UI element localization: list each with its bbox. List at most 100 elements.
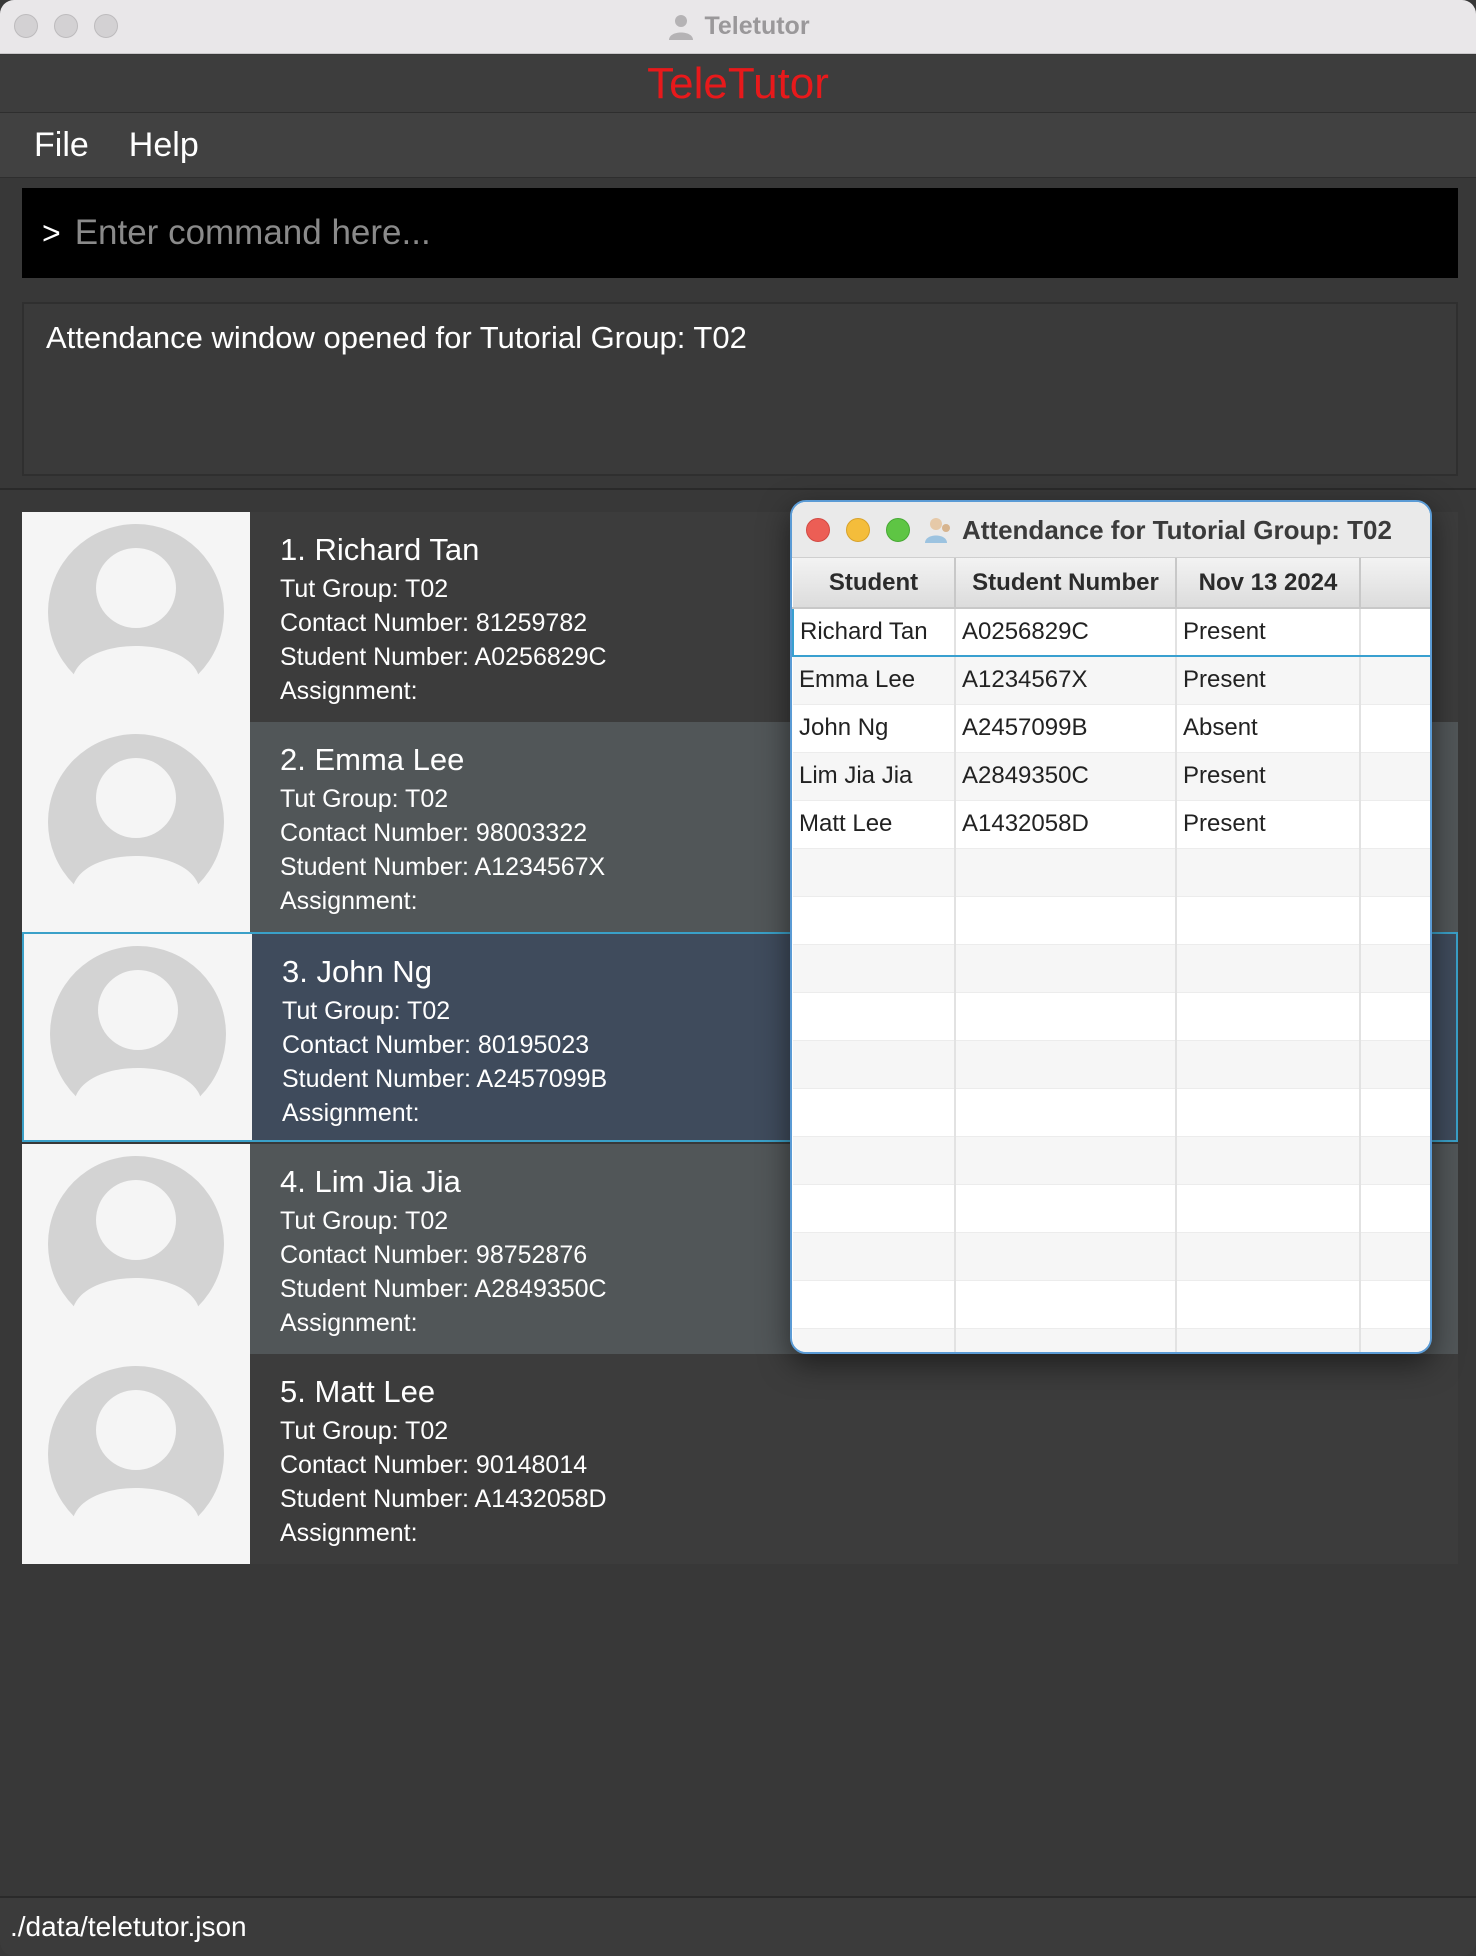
cell-student-number[interactable]: A2849350C [955,752,1177,801]
person-contact: Contact Number: 98752876 [280,1241,588,1269]
menu-file[interactable]: File [34,126,89,165]
person-contact: Contact Number: 90148014 [280,1451,588,1479]
person-info: 4. Lim Jia Jia Tut Group: T02 Contact Nu… [250,1144,607,1354]
person-group: Tut Group: T02 [280,1417,449,1445]
column-header-empty[interactable] [1360,558,1430,609]
cell-empty[interactable] [1360,656,1430,705]
attendance-table: Student Student Number Nov 13 2024 Richa… [792,558,1430,1352]
column-header-student[interactable]: Student [793,558,956,609]
cell-empty[interactable] [1360,800,1430,849]
app-icon [669,14,694,40]
person-assignment: Assignment: [282,1099,420,1127]
cell-student-number[interactable]: A1432058D [955,800,1177,849]
cell-student[interactable]: John Ng [793,704,956,753]
app-icon [925,518,950,543]
person-name: 3. John Ng [282,954,432,989]
person-info: 2. Emma Lee Tut Group: T02 Contact Numbe… [250,722,605,932]
command-input[interactable] [74,213,1435,253]
result-message: Attendance window opened for Tutorial Gr… [46,320,747,355]
menu-help[interactable]: Help [129,126,199,165]
user-avatar-icon [48,734,224,912]
person-student-number: Student Number: A2849350C [280,1275,607,1303]
cell-empty[interactable] [1360,752,1430,801]
result-display: Attendance window opened for Tutorial Gr… [22,302,1458,476]
table-row-empty [793,1232,1430,1281]
attendance-titlebar: Attendance for Tutorial Group: T02 [792,502,1430,558]
person-assignment: Assignment: [280,677,418,705]
person-group: Tut Group: T02 [280,575,449,603]
table-row-empty [793,1088,1430,1137]
person-info: 3. John Ng Tut Group: T02 Contact Number… [252,934,607,1140]
table-row[interactable]: Matt Lee A1432058D Present [793,800,1430,849]
avatar [22,1354,250,1564]
person-name: 4. Lim Jia Jia [280,1164,461,1199]
cell-empty[interactable] [1360,607,1430,657]
cell-student-number[interactable]: A1234567X [955,656,1177,705]
table-header-row: Student Student Number Nov 13 2024 [793,558,1430,609]
cell-attendance[interactable]: Present [1176,800,1361,849]
cell-student[interactable]: Richard Tan [792,607,956,657]
attendance-close-button[interactable] [806,518,830,542]
cell-attendance[interactable]: Present [1176,752,1361,801]
person-name: 1. Richard Tan [280,532,480,567]
menu-bar: File Help [0,112,1476,178]
person-group: Tut Group: T02 [282,997,451,1025]
cell-attendance[interactable]: Present [1176,656,1361,705]
status-file-path: ./data/teletutor.json [10,1911,247,1942]
cell-attendance[interactable]: Absent [1176,704,1361,753]
table-row-empty [793,1184,1430,1233]
person-info: 1. Richard Tan Tut Group: T02 Contact Nu… [250,512,607,722]
attendance-window: Attendance for Tutorial Group: T02 Stude… [790,500,1432,1354]
person-card[interactable]: 5. Matt Lee Tut Group: T02 Contact Numbe… [22,1354,1458,1564]
divider [0,488,1476,490]
command-box: > [22,188,1458,278]
person-student-number: Student Number: A0256829C [280,643,607,671]
user-avatar-icon [50,946,226,1124]
person-name: 5. Matt Lee [280,1374,436,1409]
person-assignment: Assignment: [280,1519,418,1547]
user-avatar-icon [48,1156,224,1334]
main-window: Teletutor TeleTutor File Help > Attendan… [0,0,1476,1956]
person-contact: Contact Number: 98003322 [280,819,588,847]
status-bar: ./data/teletutor.json [0,1896,1476,1956]
table-row-empty [793,944,1430,993]
window-title: Teletutor [704,12,810,40]
person-student-number: Student Number: A1432058D [280,1485,607,1513]
zoom-window-button[interactable] [94,14,118,38]
cell-student[interactable]: Lim Jia Jia [793,752,956,801]
table-row-empty [793,1040,1430,1089]
table-row[interactable]: Emma Lee A1234567X Present [793,656,1430,705]
minimize-window-button[interactable] [54,14,78,38]
cell-student-number[interactable]: A2457099B [955,704,1177,753]
avatar [22,722,250,932]
attendance-zoom-button[interactable] [886,518,910,542]
app-banner: TeleTutor [0,55,1476,112]
cell-student-number[interactable]: A0256829C [955,607,1177,657]
avatar [22,512,250,722]
table-row-empty [793,1136,1430,1185]
table-row[interactable]: Lim Jia Jia A2849350C Present [793,752,1430,801]
person-assignment: Assignment: [280,887,418,915]
avatar [22,1144,250,1354]
cell-student[interactable]: Emma Lee [793,656,956,705]
person-group: Tut Group: T02 [280,785,449,813]
attendance-title: Attendance for Tutorial Group: T02 [962,514,1392,545]
person-info: 5. Matt Lee Tut Group: T02 Contact Numbe… [250,1354,607,1564]
cell-empty[interactable] [1360,704,1430,753]
table-row-empty [793,848,1430,897]
column-header-student-number[interactable]: Student Number [955,558,1177,609]
person-group: Tut Group: T02 [280,1207,449,1235]
person-assignment: Assignment: [280,1309,418,1337]
app-banner-text: TeleTutor [647,59,829,108]
user-avatar-icon [48,524,224,702]
table-row-empty [793,1280,1430,1329]
table-row[interactable]: Richard Tan A0256829C Present [792,607,1430,657]
attendance-minimize-button[interactable] [846,518,870,542]
cell-student[interactable]: Matt Lee [793,800,956,849]
person-name: 2. Emma Lee [280,742,465,777]
table-row-empty [793,896,1430,945]
column-header-date[interactable]: Nov 13 2024 [1176,558,1361,609]
cell-attendance[interactable]: Present [1176,607,1361,657]
table-row[interactable]: John Ng A2457099B Absent [793,704,1430,753]
close-window-button[interactable] [14,14,38,38]
